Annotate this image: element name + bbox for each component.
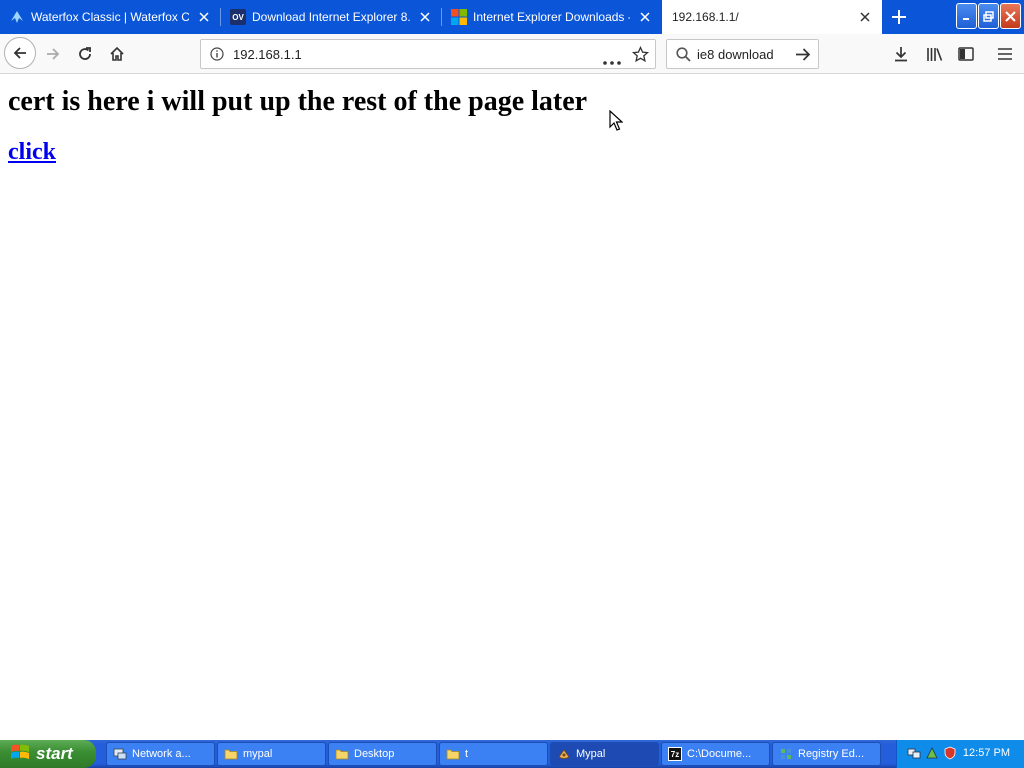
home-button[interactable]	[102, 39, 132, 69]
taskbar-item-label: Registry Ed...	[798, 748, 865, 760]
close-icon	[1005, 10, 1016, 22]
close-icon[interactable]	[638, 10, 652, 24]
back-arrow-icon	[13, 47, 26, 59]
reload-button[interactable]	[70, 39, 100, 69]
tab-title: 192.168.1.1/	[672, 10, 739, 24]
taskbar-item-label: Mypal	[576, 748, 606, 760]
page-actions-icon[interactable]	[603, 52, 621, 70]
search-icon	[676, 47, 691, 67]
search-bar[interactable]: ie8 download	[666, 39, 819, 69]
info-icon[interactable]	[210, 47, 224, 66]
new-tab-button[interactable]	[888, 6, 910, 28]
start-button[interactable]: start	[0, 740, 96, 768]
taskbar: start Network a... mypal Desktop t Mypal…	[0, 740, 1024, 768]
forward-button[interactable]	[38, 39, 68, 69]
ov-icon: OV	[230, 9, 246, 25]
mouse-cursor-icon	[609, 109, 624, 137]
library-button[interactable]	[919, 39, 949, 69]
folder-icon	[224, 749, 238, 760]
window-close-button[interactable]	[1000, 3, 1021, 29]
tab-ie-downloads[interactable]: Internet Explorer Downloads - Mi	[442, 0, 662, 34]
minimize-button[interactable]	[956, 3, 977, 29]
restore-icon	[983, 10, 994, 22]
taskbar-item-network[interactable]: Network a...	[106, 742, 215, 766]
hamburger-menu-icon	[998, 48, 1012, 60]
forward-arrow-icon	[47, 48, 60, 60]
taskbar-item-registry-editor[interactable]: Registry Ed...	[772, 742, 881, 766]
tab-strip: Waterfox Classic | Waterfox Clas OV Down…	[0, 0, 1024, 34]
close-icon[interactable]	[858, 10, 872, 24]
taskbar-item-t[interactable]: t	[439, 742, 548, 766]
waterfox-icon	[9, 9, 25, 25]
taskbar-item-label: Network a...	[132, 748, 191, 760]
mypal-icon	[558, 749, 570, 759]
bookmark-star-icon[interactable]	[631, 45, 650, 68]
tab-192-168-1-1[interactable]: 192.168.1.1/	[662, 0, 882, 34]
navigation-toolbar: 192.168.1.1 ie8 download	[0, 34, 1024, 74]
back-button[interactable]	[4, 37, 36, 69]
home-icon	[110, 46, 124, 61]
plus-icon	[892, 10, 906, 24]
url-bar[interactable]: 192.168.1.1	[200, 39, 656, 69]
menu-button[interactable]	[990, 39, 1020, 69]
page-content: cert is here i will put up the rest of t…	[0, 74, 1024, 740]
taskbar-item-mypal[interactable]: Mypal	[550, 742, 659, 766]
minimize-icon	[963, 17, 969, 20]
library-icon	[926, 48, 942, 61]
folder-icon	[335, 749, 349, 760]
start-label: start	[36, 744, 73, 763]
microsoft-icon	[451, 9, 467, 25]
safely-remove-icon[interactable]	[925, 746, 939, 760]
taskbar-item-7zip[interactable]: 7z C:\Docume...	[661, 742, 770, 766]
network-icon	[113, 748, 127, 760]
close-icon[interactable]	[418, 10, 432, 24]
tab-waterfox[interactable]: Waterfox Classic | Waterfox Clas	[0, 0, 221, 34]
network-tray-icon[interactable]	[907, 746, 921, 760]
taskbar-item-label: t	[465, 748, 469, 760]
reload-icon	[79, 47, 91, 60]
tab-download-ie8[interactable]: OV Download Internet Explorer 8.0 (	[221, 0, 442, 34]
windows-logo-icon	[10, 743, 30, 766]
url-text[interactable]: 192.168.1.1	[233, 47, 302, 62]
click-link[interactable]: click	[8, 139, 56, 166]
sidebar-icon	[958, 47, 974, 61]
clock[interactable]: 12:57 PM	[963, 747, 1010, 759]
sidebar-button[interactable]	[951, 39, 981, 69]
close-icon[interactable]	[197, 10, 211, 24]
restore-button[interactable]	[978, 3, 999, 29]
download-icon	[895, 47, 907, 62]
search-input[interactable]: ie8 download	[697, 47, 774, 62]
taskbar-item-desktop[interactable]: Desktop	[328, 742, 437, 766]
taskbar-item-label: C:\Docume...	[687, 748, 752, 760]
security-shield-icon[interactable]	[943, 746, 957, 760]
taskbar-item-mypal-folder[interactable]: mypal	[217, 742, 326, 766]
folder-icon	[446, 749, 460, 760]
tab-title: Download Internet Explorer 8.0 (	[252, 10, 410, 24]
page-heading: cert is here i will put up the rest of t…	[8, 86, 588, 117]
taskbar-item-label: Desktop	[354, 748, 395, 760]
taskbar-item-label: mypal	[243, 748, 273, 760]
tab-title: Waterfox Classic | Waterfox Clas	[31, 10, 189, 24]
downloads-button[interactable]	[886, 39, 916, 69]
system-tray: 12:57 PM	[896, 740, 1024, 768]
tab-title: Internet Explorer Downloads - Mi	[473, 10, 630, 24]
search-go-arrow-icon[interactable]	[795, 47, 811, 67]
registry-icon	[781, 749, 791, 759]
7zip-icon: 7z	[668, 747, 682, 761]
